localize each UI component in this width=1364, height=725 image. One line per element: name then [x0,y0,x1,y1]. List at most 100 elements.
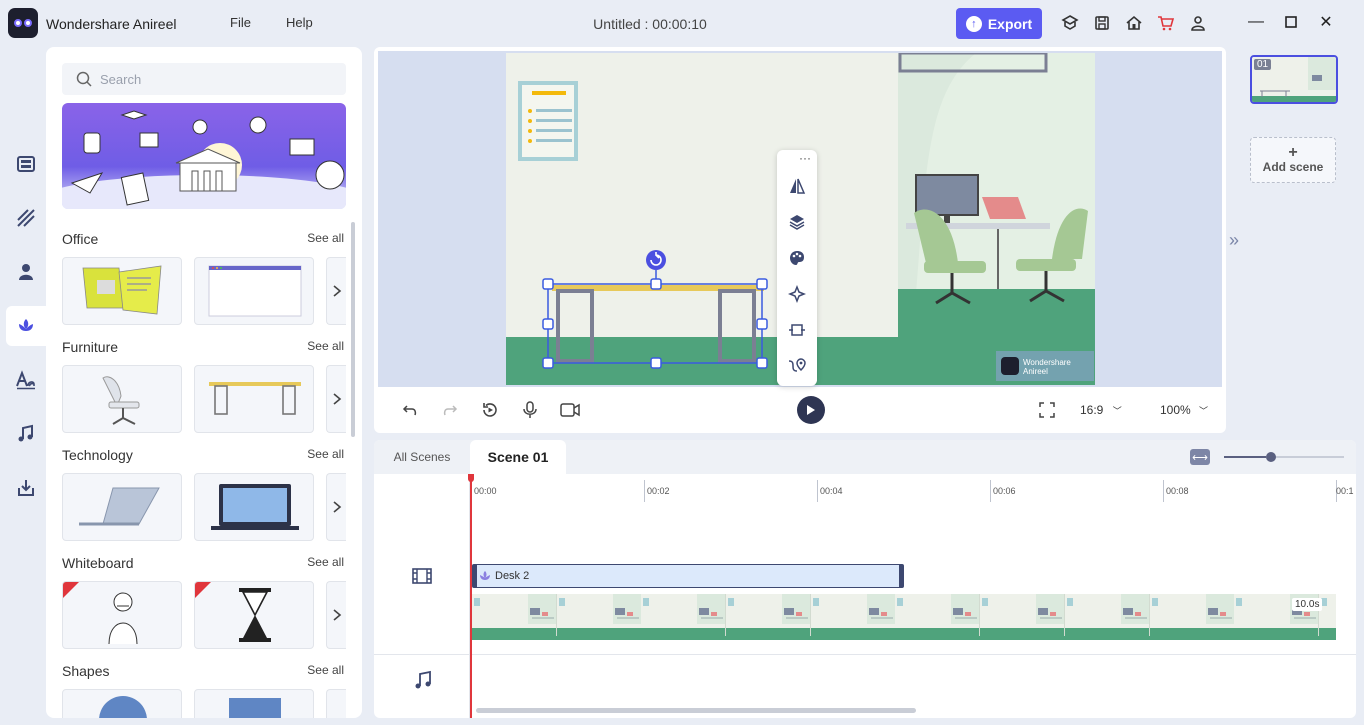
asset-panel-scrollbar[interactable] [351,222,355,437]
save-icon[interactable] [1092,13,1112,33]
tab-scene-01[interactable]: Scene 01 [470,440,566,474]
next-technology-button[interactable] [326,473,346,541]
minimize-icon[interactable]: — [1246,12,1266,32]
asset-folder[interactable] [62,257,182,325]
expand-panel-icon[interactable]: » [1222,225,1246,255]
chevron-right-icon [332,393,341,405]
title-bar: Wondershare Anireel File Help Untitled :… [0,0,1364,46]
flip-icon[interactable] [786,175,808,197]
music-icon [18,424,33,442]
chevron-right-icon [332,285,341,297]
asset-desk[interactable] [194,365,314,433]
rail-background-button[interactable] [6,198,46,238]
microphone-icon[interactable] [520,400,540,420]
asset-circle-shape[interactable] [62,689,182,718]
play-button[interactable] [797,396,825,424]
aspect-ratio-select[interactable]: 16:9 ﹀ [1080,403,1122,417]
character-icon [19,264,33,280]
export-label: Export [987,15,1033,32]
ruler-tick-label: 00:06 [993,486,1016,496]
zoom-select[interactable]: 100% ﹀ [1160,403,1208,417]
asset-rectangle-shape[interactable] [194,689,314,718]
track-headers [374,474,470,718]
see-all-office[interactable]: See all [307,231,344,245]
template-icon [17,156,35,172]
motion-path-icon[interactable] [786,355,808,377]
aspect-ratio-value: 16:9 [1080,403,1104,417]
rail-props-button[interactable] [6,306,46,346]
video-track-icon [412,568,432,584]
import-icon [18,480,34,496]
see-all-technology[interactable]: See all [307,447,344,461]
desk-clip[interactable]: Desk 2 [472,564,904,588]
see-all-furniture[interactable]: See all [307,339,344,353]
scene-thumbnail[interactable]: 01 [1250,55,1338,104]
clip-start-handle[interactable] [473,565,477,587]
cart-icon[interactable] [1156,13,1176,33]
rail-text-button[interactable] [6,360,46,400]
scene-filmstrip[interactable] [472,594,1336,640]
play-icon [807,405,815,415]
rail-scenes-button[interactable] [6,144,46,184]
color-palette-icon[interactable] [786,247,808,269]
chevron-right-icon [332,609,341,621]
timeline-zoom-slider[interactable] [1224,456,1344,458]
export-button[interactable]: ↑ Export [956,8,1042,39]
asset-laptop[interactable] [62,473,182,541]
promo-banner[interactable] [62,103,346,209]
next-whiteboard-button[interactable] [326,581,346,649]
playhead[interactable] [470,474,472,718]
upload-icon: ↑ [965,15,982,32]
animation-effect-icon[interactable] [786,283,808,305]
fullscreen-icon[interactable] [1037,400,1057,420]
home-icon[interactable] [1124,13,1144,33]
music-track-icon [415,670,431,689]
tab-all-scenes[interactable]: All Scenes [374,440,470,474]
rail-character-button[interactable] [6,252,46,292]
clip-label: Desk 2 [495,570,530,582]
more-icon[interactable]: ··· [799,151,811,165]
asset-doctor-sketch[interactable] [62,581,182,649]
account-icon[interactable] [1188,13,1208,33]
add-scene-label: Add scene [1262,160,1324,174]
see-all-whiteboard[interactable]: See all [307,555,344,569]
transition-icon[interactable] [786,319,808,341]
timeline-scrollbar[interactable] [476,708,916,713]
category-title-office: Office [62,231,99,247]
add-scene-button[interactable]: + Add scene [1250,137,1336,183]
timeline-panel: All Scenes Scene 01 ⟷ 00:00 00:02 00:04 … [374,440,1356,718]
fit-timeline-icon[interactable]: ⟷ [1190,449,1210,465]
scene-duration: 10.0s [1292,598,1323,611]
chevron-down-icon: ﹀ [1199,406,1209,416]
asset-monitor[interactable] [194,473,314,541]
layers-icon[interactable] [786,211,808,233]
close-icon[interactable]: ✕ [1316,12,1336,32]
next-office-button[interactable] [326,257,346,325]
object-toolbar: ··· [777,150,817,386]
clip-end-handle[interactable] [899,565,903,587]
asset-office-chair[interactable] [62,365,182,433]
camera-record-icon[interactable] [560,400,580,420]
undo-icon[interactable] [400,400,420,420]
scene-number: 01 [1254,59,1272,70]
redo-icon[interactable] [440,400,460,420]
ruler-tick-label: 00:02 [647,486,670,496]
category-title-whiteboard: Whiteboard [62,555,134,571]
timeline-tabs: All Scenes Scene 01 ⟷ [374,440,1356,474]
replay-icon[interactable] [480,400,500,420]
playhead-handle[interactable] [468,474,474,482]
props-icon [19,319,33,331]
asset-browser-window[interactable] [194,257,314,325]
see-all-shapes[interactable]: See all [307,663,344,677]
rail-import-button[interactable] [6,468,46,508]
next-shapes-button[interactable] [326,689,346,718]
asset-hourglass[interactable] [194,581,314,649]
scene-list: 01 + Add scene [1244,47,1354,433]
plus-icon: + [1288,144,1298,161]
next-furniture-button[interactable] [326,365,346,433]
rail-music-button[interactable] [6,414,46,454]
tutorial-icon[interactable] [1060,13,1080,33]
search-input[interactable] [100,63,340,95]
maximize-icon[interactable] [1281,12,1301,32]
timeline-zoom-handle[interactable] [1266,452,1276,462]
